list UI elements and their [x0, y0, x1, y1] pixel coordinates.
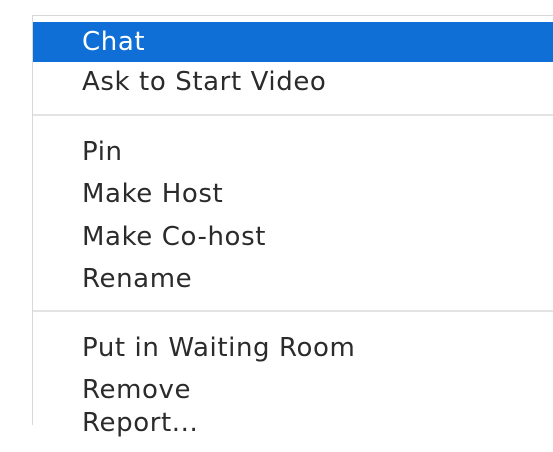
- menu-item-chat[interactable]: Chat: [33, 22, 553, 62]
- participant-context-menu: Chat Ask to Start Video Pin Make Host Ma…: [32, 15, 553, 438]
- menu-item-ask-to-start-video[interactable]: Ask to Start Video: [33, 62, 553, 102]
- menu-separator: [33, 310, 553, 312]
- menu-item-make-host[interactable]: Make Host: [33, 174, 553, 214]
- menu-separator: [33, 114, 553, 116]
- menu-item-remove[interactable]: Remove: [33, 370, 553, 410]
- menu-item-make-co-host[interactable]: Make Co-host: [33, 217, 553, 257]
- menu-item-put-in-waiting-room[interactable]: Put in Waiting Room: [33, 328, 553, 368]
- menu-item-report[interactable]: Report...: [33, 406, 553, 438]
- menu-item-pin[interactable]: Pin: [33, 132, 553, 172]
- menu-item-rename[interactable]: Rename: [33, 259, 553, 299]
